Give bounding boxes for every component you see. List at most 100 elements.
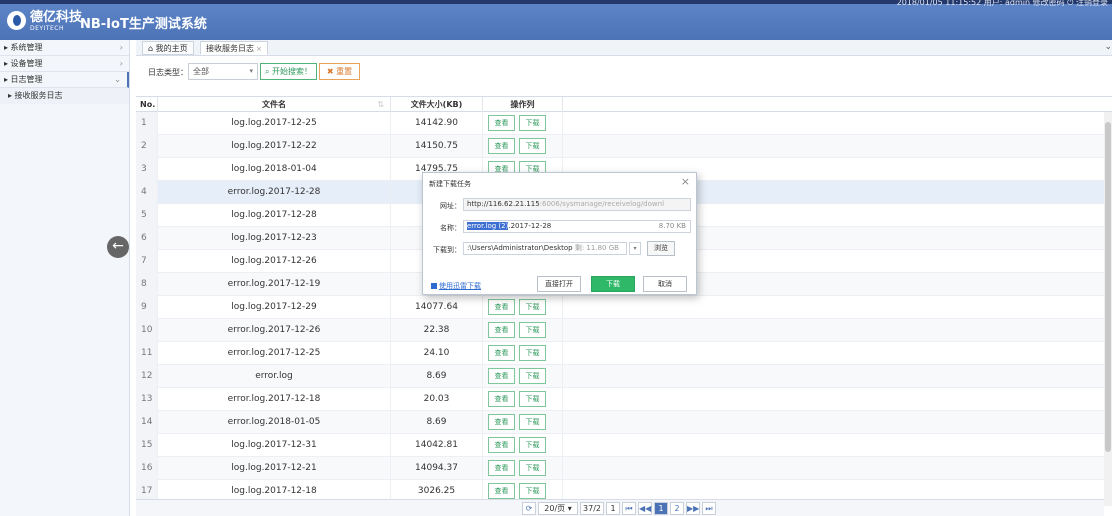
user-info[interactable]: 2018/01/05 11:15:52 用户: admin 修改密码 ⏻ 注销登… — [897, 0, 1108, 8]
view-button[interactable]: 查看 — [488, 460, 515, 476]
download-row-button[interactable]: 下载 — [519, 483, 546, 499]
first-page-button[interactable]: ⏮ — [622, 502, 636, 515]
row-filesize: 14042.81 — [391, 434, 483, 457]
collapse-sidebar-button[interactable]: ← — [107, 236, 129, 258]
row-actions: 查看下载 — [483, 112, 563, 135]
row-actions: 查看下载 — [483, 388, 563, 411]
row-filesize: 20.03 — [391, 388, 483, 411]
sidebar-item-log[interactable]: ▸ 日志管理 ⌄ — [0, 72, 129, 88]
view-button[interactable]: 查看 — [488, 322, 515, 338]
row-number: 6 — [136, 227, 158, 250]
sidebar-item-label: ▸ 设备管理 — [4, 59, 43, 68]
page-info: 37/2 — [580, 502, 604, 515]
header-filename[interactable]: 文件名 ⇅ — [158, 97, 391, 112]
reset-button[interactable]: ✖ 重置 — [319, 63, 360, 80]
table-row[interactable]: 15 log.log.2017-12-31 14042.81 查看 下载 — [136, 434, 1112, 457]
log-type-select[interactable]: 全部 ▾ — [188, 63, 258, 80]
url-path: :6006/sysmanage/receivelog/downl — [539, 200, 665, 208]
open-directly-button[interactable]: 直接打开 — [537, 276, 581, 292]
row-filesize: 14094.37 — [391, 457, 483, 480]
table-row[interactable]: 10 error.log.2017-12-26 22.38 查看 下载 — [136, 319, 1112, 342]
row-number: 1 — [136, 112, 158, 135]
page-2-button[interactable]: 2 — [670, 502, 684, 515]
download-row-button[interactable]: 下载 — [519, 368, 546, 384]
sidebar-subitem-receive-log[interactable]: ▸ 接收服务日志 — [0, 88, 129, 104]
chevron-down-icon[interactable]: ⌄ — [1104, 42, 1112, 52]
close-icon[interactable]: × — [681, 175, 690, 188]
download-row-button[interactable]: 下载 — [519, 138, 546, 154]
saveto-field[interactable]: :\Users\Administrator\Desktop 剩: 11.80 G… — [463, 242, 627, 255]
page-input[interactable]: 1 — [606, 502, 620, 515]
page-1-button[interactable]: 1 — [654, 502, 668, 515]
tab-home[interactable]: ⌂ 我的主页 — [142, 41, 194, 55]
table-row[interactable]: 12 error.log 8.69 查看 下载 — [136, 365, 1112, 388]
table-row[interactable]: 14 error.log.2018-01-05 8.69 查看 下载 — [136, 411, 1112, 434]
view-button[interactable]: 查看 — [488, 391, 515, 407]
view-button[interactable]: 查看 — [488, 115, 515, 131]
logo-subtext: DEYITECH — [30, 25, 65, 32]
view-button[interactable]: 查看 — [488, 299, 515, 315]
sidebar-item-device[interactable]: ▸ 设备管理 › — [0, 56, 129, 72]
vertical-scrollbar[interactable] — [1104, 112, 1112, 506]
thunder-icon — [431, 283, 437, 289]
download-row-button[interactable]: 下载 — [519, 437, 546, 453]
free-space: 剩: 11.80 GB — [572, 244, 619, 252]
saveto-path: :\Users\Administrator\Desktop — [467, 244, 573, 252]
close-icon[interactable]: × — [256, 45, 262, 53]
table-header: No. 文件名 ⇅ 文件大小(KB) 操作列 — [136, 96, 1112, 112]
row-filesize: 8.69 — [391, 365, 483, 388]
row-filename: log.log.2017-12-31 — [158, 434, 391, 457]
filename-field[interactable]: error.log (2).2017-12-28 8.70 KB — [463, 220, 691, 233]
table-row[interactable]: 11 error.log.2017-12-25 24.10 查看 下载 — [136, 342, 1112, 365]
table-row[interactable]: 1 log.log.2017-12-25 14142.90 查看 下载 — [136, 112, 1112, 135]
row-filesize: 14077.64 — [391, 296, 483, 319]
view-button[interactable]: 查看 — [488, 414, 515, 430]
sidebar-item-system[interactable]: ▸ 系统管理 › — [0, 40, 129, 56]
table-row[interactable]: 13 error.log.2017-12-18 20.03 查看 下载 — [136, 388, 1112, 411]
next-page-button[interactable]: ▶▶ — [686, 502, 700, 515]
row-filesize: 22.38 — [391, 319, 483, 342]
dialog-title: 新建下载任务 — [429, 180, 471, 188]
view-button[interactable]: 查看 — [488, 345, 515, 361]
table-row[interactable]: 16 log.log.2017-12-21 14094.37 查看 下载 — [136, 457, 1112, 480]
url-field[interactable]: http://116.62.21.115:6006/sysmanage/rece… — [463, 198, 691, 211]
caret-down-icon: ▾ — [249, 67, 253, 75]
row-actions: 查看下载 — [483, 342, 563, 365]
view-button[interactable]: 查看 — [488, 138, 515, 154]
view-button[interactable]: 查看 — [488, 437, 515, 453]
row-filename: log.log.2017-12-23 — [158, 227, 391, 250]
download-row-button[interactable]: 下载 — [519, 414, 546, 430]
per-page-select[interactable]: 20/页 ▾ — [538, 502, 578, 515]
cancel-button[interactable]: 取消 — [643, 276, 687, 292]
thunder-link[interactable]: 使用迅雷下载 — [431, 281, 481, 291]
row-number: 3 — [136, 158, 158, 181]
refresh-button[interactable]: ⟳ — [522, 502, 536, 515]
row-actions: 查看下载 — [483, 135, 563, 158]
header-filesize[interactable]: 文件大小(KB) — [391, 97, 483, 112]
tab-receive-log[interactable]: 接收服务日志 × — [200, 41, 268, 55]
download-row-button[interactable]: 下载 — [519, 115, 546, 131]
download-row-button[interactable]: 下载 — [519, 299, 546, 315]
thunder-label: 使用迅雷下载 — [439, 282, 481, 290]
row-filename: error.log.2018-01-05 — [158, 411, 391, 434]
last-page-button[interactable]: ⏭ — [702, 502, 716, 515]
download-row-button[interactable]: 下载 — [519, 345, 546, 361]
download-row-button[interactable]: 下载 — [519, 322, 546, 338]
table-row[interactable]: 9 log.log.2017-12-29 14077.64 查看 下载 — [136, 296, 1112, 319]
log-table: No. 文件名 ⇅ 文件大小(KB) 操作列 1 log.log.2017-12-… — [136, 96, 1112, 506]
chevron-right-icon: › — [119, 43, 123, 52]
download-button[interactable]: 下载 — [591, 276, 635, 292]
download-row-button[interactable]: 下载 — [519, 391, 546, 407]
log-type-label: 日志类型： — [148, 68, 188, 77]
scrollbar-thumb[interactable] — [1105, 122, 1111, 452]
view-button[interactable]: 查看 — [488, 483, 515, 499]
download-row-button[interactable]: 下载 — [519, 460, 546, 476]
table-row[interactable]: 2 log.log.2017-12-22 14150.75 查看 下载 — [136, 135, 1112, 158]
view-button[interactable]: 查看 — [488, 368, 515, 384]
row-filename: log.log.2018-01-04 — [158, 158, 391, 181]
saveto-dropdown-icon[interactable]: ▾ — [629, 242, 641, 255]
browse-button[interactable]: 浏览 — [647, 241, 675, 256]
prev-page-button[interactable]: ◀◀ — [638, 502, 652, 515]
search-button[interactable]: ⌕ 开始搜索！ — [260, 63, 317, 80]
tab-bar: ⌂ 我的主页 接收服务日志 × ⌄ — [136, 40, 1112, 56]
